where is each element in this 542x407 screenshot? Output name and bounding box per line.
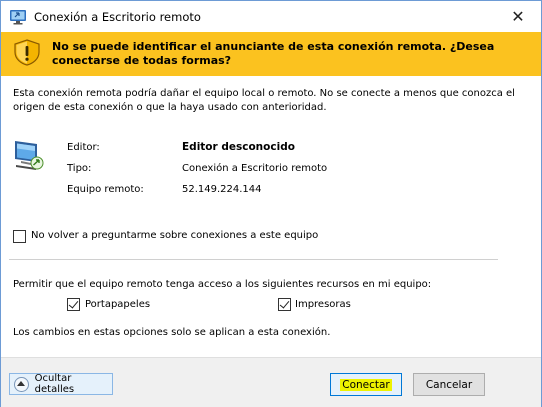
clipboard-label[interactable]: Portapapeles bbox=[85, 299, 150, 310]
close-button[interactable]: ✕ bbox=[495, 1, 541, 32]
printers-checkbox[interactable] bbox=[278, 298, 291, 311]
remote-desktop-app-icon bbox=[10, 10, 26, 25]
options-note: Los cambios en estas opciones solo se ap… bbox=[13, 327, 331, 338]
connect-label: Conectar bbox=[340, 378, 392, 391]
intro-text: Esta conexión remota podría dañar el equ… bbox=[13, 88, 515, 113]
clipboard-checkbox[interactable] bbox=[67, 298, 80, 311]
connect-button[interactable]: Conectar bbox=[330, 373, 402, 396]
warning-message: No se puede identificar el anunciante de… bbox=[52, 40, 495, 67]
button-bar: Ocultar detalles Conectar Cancelar bbox=[1, 357, 541, 407]
hide-details-label: Ocultar detalles bbox=[34, 373, 75, 395]
rdp-warning-dialog: Conexión a Escritorio remoto ✕ No se pue… bbox=[0, 0, 542, 407]
type-label: Tipo: bbox=[67, 163, 92, 174]
cancel-label: Cancelar bbox=[425, 378, 473, 391]
resources-heading: Permitir que el equipo remoto tenga acce… bbox=[13, 279, 432, 290]
close-icon: ✕ bbox=[511, 7, 525, 26]
window-title: Conexión a Escritorio remoto bbox=[34, 10, 201, 24]
remote-computer-value: 52.149.224.144 bbox=[182, 184, 262, 195]
publisher-value: Editor desconocido bbox=[182, 141, 295, 153]
printers-label[interactable]: Impresoras bbox=[295, 299, 351, 310]
remote-computer-label: Equipo remoto: bbox=[67, 184, 144, 195]
separator bbox=[9, 259, 498, 260]
chevron-up-icon bbox=[14, 376, 29, 392]
hide-details-button[interactable]: Ocultar detalles bbox=[9, 373, 113, 395]
remote-computer-icon bbox=[15, 141, 44, 170]
title-bar[interactable]: Conexión a Escritorio remoto ✕ bbox=[1, 1, 541, 32]
dont-ask-label[interactable]: No volver a preguntarme sobre conexiones… bbox=[31, 230, 318, 241]
type-value: Conexión a Escritorio remoto bbox=[182, 163, 328, 174]
warning-banner: No se puede identificar el anunciante de… bbox=[1, 32, 541, 76]
warning-shield-icon bbox=[14, 39, 40, 66]
cancel-button[interactable]: Cancelar bbox=[413, 373, 485, 396]
dont-ask-checkbox[interactable] bbox=[13, 230, 26, 243]
publisher-label: Editor: bbox=[67, 142, 100, 153]
